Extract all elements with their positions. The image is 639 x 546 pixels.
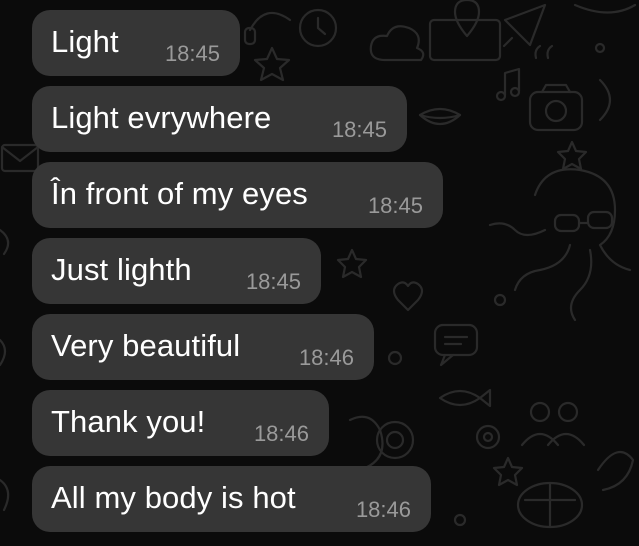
message-timestamp: 18:45 bbox=[164, 41, 220, 66]
doodle-dot bbox=[594, 42, 606, 54]
message-text: Thank you! bbox=[51, 404, 206, 439]
message-timestamp: 18:46 bbox=[253, 421, 309, 446]
message-timestamp: 18:46 bbox=[355, 497, 411, 522]
people-icon bbox=[520, 401, 586, 447]
doodle-curve bbox=[573, 3, 637, 14]
gear-icon bbox=[475, 424, 501, 450]
lips-icon bbox=[418, 107, 462, 126]
doodle-curve bbox=[0, 228, 10, 256]
message-bubble[interactable]: Light 18:45 bbox=[32, 10, 240, 76]
fish-icon bbox=[438, 388, 492, 408]
doodle-curve bbox=[0, 338, 7, 367]
message-text: În front of my eyes bbox=[51, 176, 308, 211]
camera-icon bbox=[528, 83, 584, 132]
map-pin-icon bbox=[428, 0, 502, 62]
octopus-icon bbox=[488, 168, 632, 322]
doodle-curve bbox=[598, 78, 612, 122]
chat-bubble-icon bbox=[433, 323, 479, 367]
quote-icon bbox=[534, 44, 554, 60]
message-bubble[interactable]: Thank you! 18:46 bbox=[32, 390, 329, 456]
headphones-icon bbox=[243, 11, 292, 46]
clock-icon bbox=[298, 8, 338, 48]
sunglasses-icon bbox=[553, 210, 614, 233]
message-text: Very beautiful bbox=[51, 328, 241, 363]
turtle-icon bbox=[516, 450, 635, 529]
message-timestamp: 18:45 bbox=[331, 117, 387, 142]
star-icon bbox=[492, 456, 524, 487]
envelope-icon bbox=[0, 143, 40, 173]
message-timestamp: 18:45 bbox=[245, 269, 301, 294]
message-text: Light bbox=[51, 24, 119, 59]
message-bubble[interactable]: All my body is hot 18:46 bbox=[32, 466, 431, 532]
message-bubble[interactable]: Just lighth 18:45 bbox=[32, 238, 321, 304]
message-text: Just lighth bbox=[51, 252, 192, 287]
message-bubble[interactable]: Very beautiful 18:46 bbox=[32, 314, 374, 380]
doodle-dot bbox=[493, 293, 507, 307]
cloud-icon bbox=[369, 25, 425, 62]
cactus-icon bbox=[348, 415, 415, 472]
doodle-curve bbox=[0, 478, 10, 512]
star-icon bbox=[336, 248, 368, 279]
doodle-dot bbox=[387, 350, 403, 366]
message-timestamp: 18:45 bbox=[367, 193, 423, 218]
message-bubble[interactable]: Light evrywhere 18:45 bbox=[32, 86, 407, 152]
message-text: All my body is hot bbox=[51, 480, 296, 515]
message-text: Light evrywhere bbox=[51, 100, 272, 135]
music-note-icon bbox=[495, 67, 521, 102]
heart-icon bbox=[392, 281, 424, 312]
doodle-dot bbox=[453, 513, 467, 527]
star-icon bbox=[253, 46, 291, 82]
message-bubble[interactable]: În front of my eyes 18:45 bbox=[32, 162, 443, 228]
star-icon bbox=[556, 140, 588, 171]
rocket-icon bbox=[502, 3, 547, 48]
message-timestamp: 18:46 bbox=[298, 345, 354, 370]
